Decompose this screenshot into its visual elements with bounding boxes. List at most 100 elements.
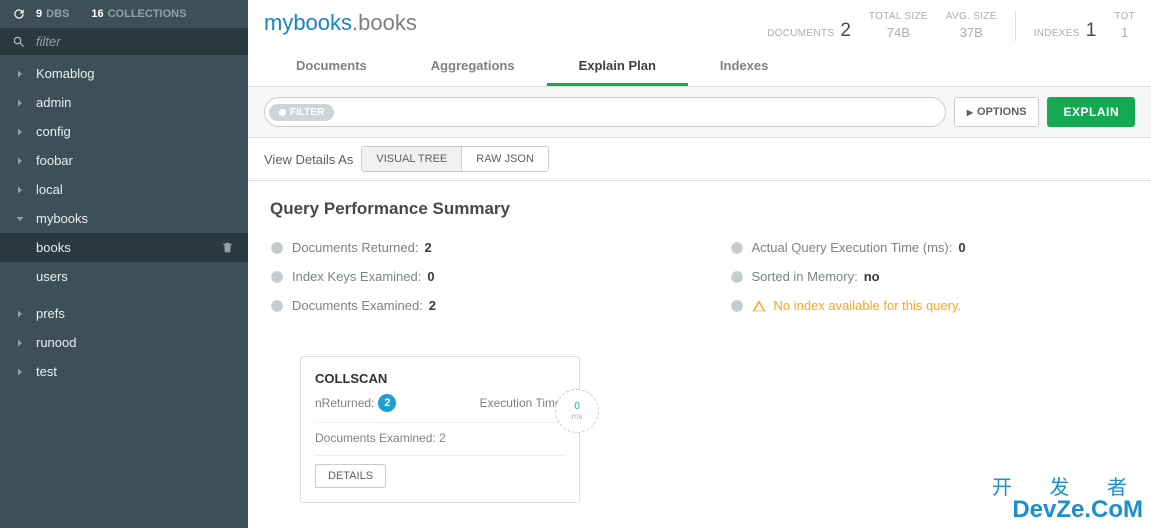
view-raw-json[interactable]: RAW JSON bbox=[461, 147, 548, 171]
info-icon bbox=[270, 299, 284, 313]
db-item-prefs[interactable]: prefs bbox=[0, 299, 248, 328]
db-item-mybooks[interactable]: mybooks bbox=[0, 204, 248, 233]
stat-tot-val: 1 bbox=[1121, 24, 1128, 42]
qps-docs-returned: Documents Returned:2 bbox=[270, 233, 670, 262]
filter-input-main[interactable] bbox=[334, 105, 941, 119]
info-icon bbox=[730, 241, 744, 255]
qps-warning: No index available for this query. bbox=[730, 291, 1130, 320]
db-label-text: admin bbox=[36, 95, 71, 110]
query-toolbar: FILTER ▶OPTIONS EXPLAIN bbox=[248, 87, 1151, 138]
coll-label: COLLECTIONS bbox=[108, 8, 187, 20]
chevron-right-icon bbox=[14, 97, 26, 109]
view-segmented: VISUAL TREE RAW JSON bbox=[361, 146, 549, 172]
qps-sorted-memory: Sorted in Memory:no bbox=[730, 262, 1130, 291]
chevron-right-icon bbox=[14, 337, 26, 349]
coll-label-text: users bbox=[36, 269, 68, 284]
main: mybooks.books DOCUMENTS 2 TOTAL SIZE 74B… bbox=[248, 0, 1151, 528]
coll-label-text: books bbox=[36, 240, 71, 255]
search-icon bbox=[12, 35, 26, 49]
filter-field[interactable]: FILTER bbox=[264, 97, 946, 127]
exec-clock: 0 ms bbox=[555, 389, 599, 433]
db-label: DBS bbox=[46, 8, 69, 20]
tab-documents[interactable]: Documents bbox=[264, 48, 399, 86]
stat-indexes-val: 1 bbox=[1086, 20, 1097, 42]
info-icon bbox=[730, 299, 744, 313]
stat-separator bbox=[1015, 11, 1016, 41]
stat-tot-label: TOT bbox=[1114, 10, 1135, 24]
chevron-down-icon bbox=[14, 213, 26, 225]
view-mode-row: View Details As VISUAL TREE RAW JSON bbox=[248, 138, 1151, 181]
stage-title: COLLSCAN bbox=[315, 371, 565, 386]
filter-pill: FILTER bbox=[269, 104, 334, 121]
db-label-text: config bbox=[36, 124, 71, 139]
qps-keys-examined: Index Keys Examined:0 bbox=[270, 262, 670, 291]
db-item-komablog[interactable]: Komablog bbox=[0, 59, 248, 88]
tab-aggregations[interactable]: Aggregations bbox=[399, 48, 547, 86]
stage-nreturned-label: nReturned: bbox=[315, 396, 374, 410]
qps-title: Query Performance Summary bbox=[270, 199, 1129, 219]
stat-avgsize-val: 37B bbox=[960, 24, 983, 42]
db-label-text: prefs bbox=[36, 306, 65, 321]
divider bbox=[315, 455, 565, 456]
db-item-local[interactable]: local bbox=[0, 175, 248, 204]
tabs: Documents Aggregations Explain Plan Inde… bbox=[248, 48, 1151, 87]
info-icon bbox=[270, 270, 284, 284]
qps-docs-examined: Documents Examined:2 bbox=[270, 291, 670, 320]
options-button[interactable]: ▶OPTIONS bbox=[954, 97, 1040, 127]
coll-item-books[interactable]: books bbox=[0, 233, 248, 262]
clock-val: 0 bbox=[574, 401, 580, 412]
watermark-line1: 开 发 者 bbox=[992, 478, 1143, 498]
db-count: 9 bbox=[36, 8, 42, 20]
tab-indexes[interactable]: Indexes bbox=[688, 48, 800, 86]
stage-nreturned-badge: 2 bbox=[378, 394, 396, 412]
db-label-text: local bbox=[36, 182, 63, 197]
db-item-runood[interactable]: runood bbox=[0, 328, 248, 357]
db-label-text: Komablog bbox=[36, 66, 95, 81]
view-visual-tree[interactable]: VISUAL TREE bbox=[362, 147, 461, 171]
coll-item-users[interactable]: users bbox=[0, 262, 248, 291]
sidebar-header: 9 DBS 16 COLLECTIONS bbox=[0, 0, 248, 28]
explain-content: Query Performance Summary Documents Retu… bbox=[248, 181, 1151, 528]
db-item-admin[interactable]: admin bbox=[0, 88, 248, 117]
tab-explain-plan[interactable]: Explain Plan bbox=[547, 48, 688, 86]
db-item-test[interactable]: test bbox=[0, 357, 248, 386]
sidebar-filter[interactable] bbox=[0, 28, 248, 55]
trash-icon[interactable] bbox=[221, 241, 234, 254]
chevron-right-icon bbox=[14, 366, 26, 378]
chevron-right-icon bbox=[14, 126, 26, 138]
db-label-text: mybooks bbox=[36, 211, 88, 226]
divider bbox=[315, 422, 565, 423]
watermark: 开 发 者 DevZe.CoM bbox=[992, 478, 1143, 522]
stage-exectime-label: Execution Time: bbox=[480, 396, 565, 410]
namespace-breadcrumb: mybooks.books bbox=[264, 10, 417, 36]
info-icon bbox=[730, 270, 744, 284]
stage-card: COLLSCAN nReturned: 2 Execution Time: 0 … bbox=[300, 356, 580, 503]
refresh-icon[interactable] bbox=[12, 7, 26, 21]
coll-count: 16 bbox=[91, 8, 103, 20]
stage-docs-examined: Documents Examined: 2 bbox=[315, 431, 446, 445]
explain-button[interactable]: EXPLAIN bbox=[1047, 97, 1135, 127]
warning-icon bbox=[752, 299, 766, 313]
db-label-text: foobar bbox=[36, 153, 73, 168]
chevron-right-icon bbox=[14, 155, 26, 167]
watermark-line2: DevZe.CoM bbox=[992, 498, 1143, 522]
db-label-text: test bbox=[36, 364, 57, 379]
collection-stats: DOCUMENTS 2 TOTAL SIZE 74B AVG. SIZE 37B… bbox=[767, 10, 1135, 42]
sidebar: 9 DBS 16 COLLECTIONS Komablog admin conf… bbox=[0, 0, 248, 528]
details-button[interactable]: DETAILS bbox=[315, 464, 386, 488]
info-icon bbox=[270, 241, 284, 255]
chevron-right-icon bbox=[14, 68, 26, 80]
qps-exec-time: Actual Query Execution Time (ms):0 bbox=[730, 233, 1130, 262]
db-label-text: runood bbox=[36, 335, 76, 350]
stat-totalsize-label: TOTAL SIZE bbox=[869, 10, 928, 24]
stat-indexes-label: INDEXES bbox=[1034, 28, 1080, 39]
db-item-foobar[interactable]: foobar bbox=[0, 146, 248, 175]
ns-coll: .books bbox=[352, 10, 417, 35]
chevron-right-icon bbox=[14, 308, 26, 320]
stat-documents-val: 2 bbox=[840, 20, 851, 42]
stat-documents-label: DOCUMENTS bbox=[767, 28, 834, 39]
db-list: Komablog admin config foobar local myboo… bbox=[0, 55, 248, 528]
db-item-config[interactable]: config bbox=[0, 117, 248, 146]
filter-input[interactable] bbox=[36, 34, 236, 49]
chevron-right-icon bbox=[14, 184, 26, 196]
